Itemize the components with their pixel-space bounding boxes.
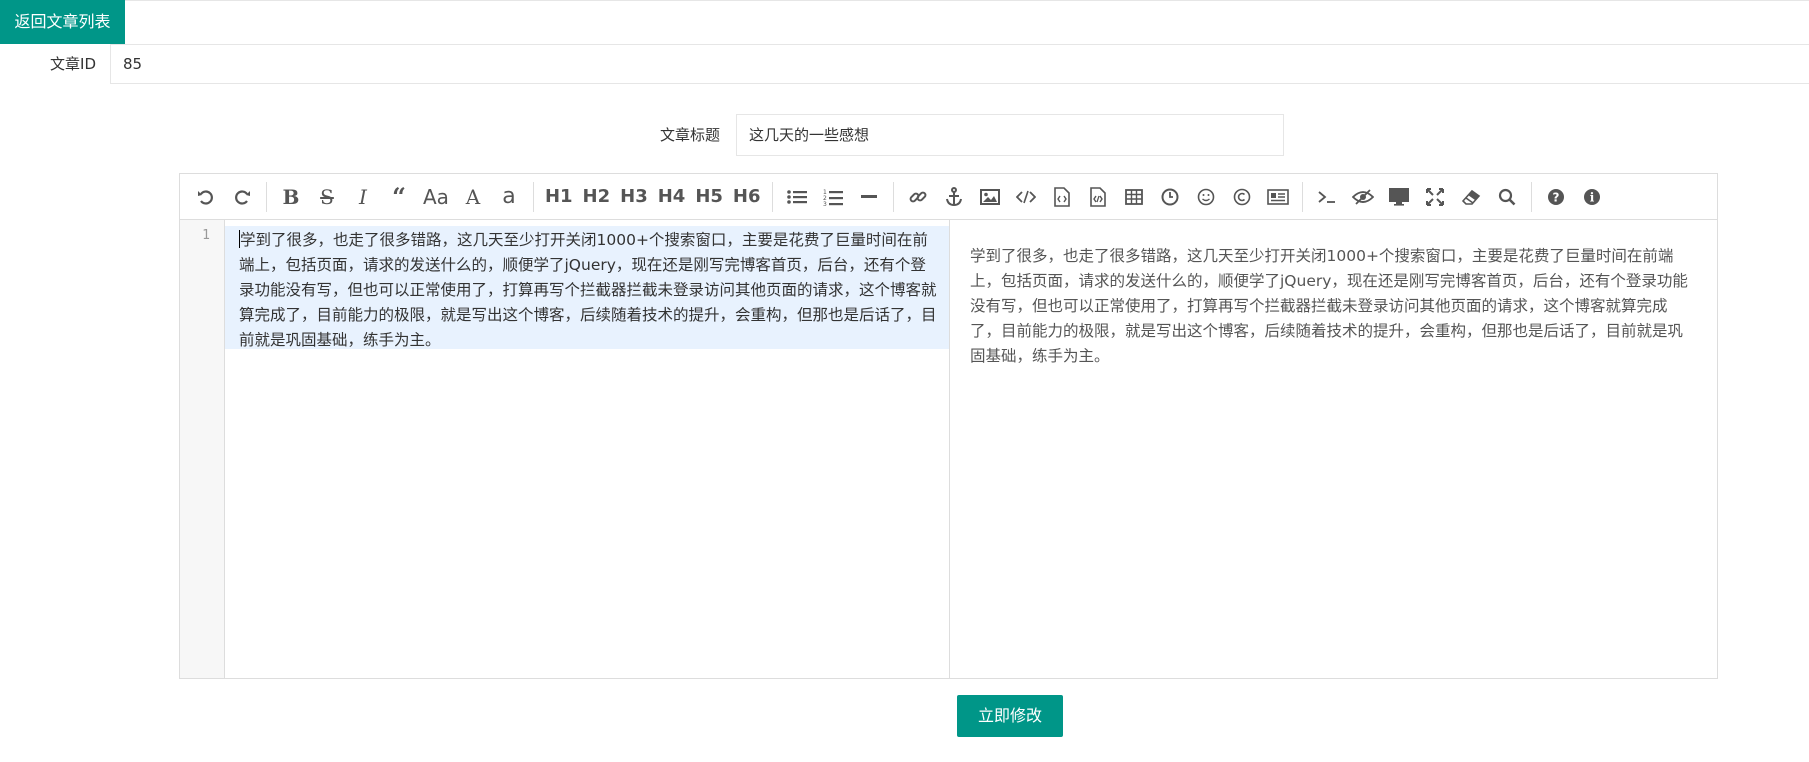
search-icon[interactable] [1495,182,1519,212]
goto-line-icon[interactable] [1315,182,1339,212]
hr-icon[interactable] [857,182,881,212]
heading-5-button[interactable]: H5 [695,186,723,207]
anchor-icon[interactable] [942,182,966,212]
uppercase-icon[interactable]: Aa [423,182,449,212]
fullscreen-icon[interactable] [1423,182,1447,212]
toolbar-divider [892,181,894,212]
article-id-field[interactable]: 85 [110,44,1809,84]
toolbar-divider [1301,181,1303,212]
svg-text:?: ? [1552,190,1559,204]
toolbar-divider [771,181,773,212]
svg-text:i: i [1589,190,1594,204]
undo-icon[interactable] [194,182,218,212]
toolbar-divider [532,181,534,212]
code-icon[interactable] [1014,182,1038,212]
markdown-input[interactable]: 学到了很多，也走了很多错路，这几天至少打开关闭1000+个搜索窗口，主要是花费了… [225,220,950,678]
heading-3-button[interactable]: H3 [620,186,648,207]
emoji-icon[interactable] [1194,182,1218,212]
toolbar-divider [266,181,267,212]
article-title-label: 文章标题 [659,126,720,144]
editor-toolbar: B S I “ Aa A a H1 H2 H3 H4 H5 H6 123 ? i [180,174,1717,220]
svg-text:3: 3 [823,201,827,206]
markdown-content: 学到了很多，也走了很多错路，这几天至少打开关闭1000+个搜索窗口，主要是花费了… [239,231,937,349]
article-title-input[interactable]: 这几天的一些感想 [736,114,1284,156]
html-entities-icon[interactable] [1230,182,1254,212]
watch-icon[interactable] [1351,182,1375,212]
italic-icon[interactable]: I [351,182,375,212]
preview-icon[interactable] [1387,182,1411,212]
link-icon[interactable] [906,182,930,212]
info-icon[interactable]: i [1580,182,1604,212]
heading-4-button[interactable]: H4 [658,186,686,207]
markdown-text[interactable]: 学到了很多，也走了很多错路，这几天至少打开关闭1000+个搜索窗口，主要是花费了… [239,228,937,353]
bold-icon[interactable]: B [279,182,303,212]
submit-edit-button[interactable]: 立即修改 [957,695,1063,737]
uppercase-first-icon[interactable]: A [461,182,485,212]
preview-content: 学到了很多，也走了很多错路，这几天至少打开关闭1000+个搜索窗口，主要是花费了… [970,247,1688,365]
datetime-icon[interactable] [1158,182,1182,212]
help-icon[interactable]: ? [1544,182,1568,212]
back-to-list-button[interactable]: 返回文章列表 [0,0,125,44]
clear-icon[interactable] [1459,182,1483,212]
list-ol-icon[interactable]: 123 [821,182,845,212]
markdown-preview: 学到了很多，也走了很多错路，这几天至少打开关闭1000+个搜索窗口，主要是花费了… [950,220,1717,678]
line-number: 1 [202,228,210,243]
quote-icon[interactable]: “ [387,182,411,212]
heading-6-button[interactable]: H6 [733,186,761,207]
table-icon[interactable] [1122,182,1146,212]
toolbar-divider [1530,181,1532,212]
image-icon[interactable] [978,182,1002,212]
pagebreak-icon[interactable] [1266,182,1290,212]
heading-1-button[interactable]: H1 [545,186,573,207]
heading-2-button[interactable]: H2 [583,186,611,207]
top-divider [125,0,1809,1]
redo-icon[interactable] [230,182,254,212]
list-ul-icon[interactable] [785,182,809,212]
article-id-label: 文章ID [50,55,96,73]
strikethrough-icon[interactable]: S [315,182,339,212]
preformatted-text-icon[interactable] [1050,182,1074,212]
line-number-gutter: 1 [180,220,225,678]
code-block-icon[interactable] [1086,182,1110,212]
lowercase-icon[interactable]: a [497,182,521,212]
markdown-editor: B S I “ Aa A a H1 H2 H3 H4 H5 H6 123 ? i… [179,173,1718,679]
